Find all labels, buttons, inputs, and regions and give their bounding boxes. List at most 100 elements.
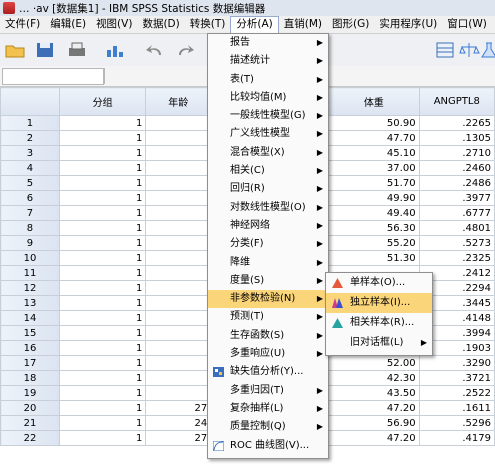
data-cell[interactable] (145, 370, 212, 386)
menu-item[interactable]: 非参数检验(N) ▶ (208, 290, 328, 309)
data-cell[interactable]: 55.20 (328, 235, 420, 251)
print-icon[interactable] (66, 40, 88, 60)
row-number[interactable]: 4 (0, 160, 60, 176)
menu-item[interactable]: ROC 曲线图(V)... (208, 437, 328, 455)
data-cell[interactable]: 1 (58, 280, 147, 296)
data-cell[interactable]: .2522 (418, 385, 495, 401)
data-cell[interactable]: 47.70 (328, 130, 420, 146)
grid-value-icon[interactable] (434, 40, 456, 60)
data-cell[interactable]: .4801 (418, 220, 495, 236)
data-cell[interactable]: 47.20 (328, 430, 420, 446)
data-cell[interactable] (145, 385, 212, 401)
open-folder-icon[interactable] (4, 40, 26, 60)
data-cell[interactable]: 56.30 (328, 220, 420, 236)
menu-item[interactable]: 一般线性模型(G) ▶ (208, 107, 328, 125)
data-cell[interactable]: 1 (58, 400, 147, 416)
menu-item[interactable]: 独立样本(I)... (326, 293, 432, 313)
row-number[interactable]: 19 (0, 385, 60, 401)
data-cell[interactable]: .2265 (418, 115, 495, 131)
row-number[interactable]: 22 (0, 430, 60, 446)
data-cell[interactable]: 1 (58, 325, 147, 341)
corner-cell[interactable] (0, 87, 60, 116)
data-cell[interactable]: .2710 (418, 145, 495, 161)
data-cell[interactable]: 51.30 (328, 250, 420, 266)
menu-6[interactable]: 直销(M) (279, 16, 327, 33)
data-cell[interactable]: 50.90 (328, 115, 420, 131)
data-cell[interactable] (145, 130, 212, 146)
row-number[interactable]: 16 (0, 340, 60, 356)
scale-icon[interactable] (458, 40, 480, 60)
menu-item[interactable]: 对数线性模型(O) ▶ (208, 199, 328, 217)
data-cell[interactable] (145, 235, 212, 251)
menu-item[interactable]: 生存函数(S) ▶ (208, 327, 328, 345)
data-cell[interactable]: 37.00 (328, 160, 420, 176)
menu-0[interactable]: 文件(F) (0, 16, 45, 33)
menu-9[interactable]: 窗口(W) (442, 16, 492, 33)
row-number[interactable]: 21 (0, 415, 60, 431)
row-number[interactable]: 9 (0, 235, 60, 251)
menu-item[interactable]: 缺失值分析(Y)... (208, 363, 328, 381)
data-cell[interactable] (145, 295, 212, 311)
data-cell[interactable]: .3290 (418, 355, 495, 371)
data-cell[interactable]: .1611 (418, 400, 495, 416)
data-cell[interactable]: 42.30 (328, 370, 420, 386)
data-cell[interactable]: 1 (58, 145, 147, 161)
menu-item[interactable]: 报告 ▶ (208, 34, 328, 52)
menu-item[interactable]: 分类(F) ▶ (208, 235, 328, 253)
row-number[interactable]: 12 (0, 280, 60, 296)
menu-item[interactable]: 旧对话框(L) ▶ (326, 333, 432, 353)
row-number[interactable]: 13 (0, 295, 60, 311)
data-cell[interactable]: 1 (58, 265, 147, 281)
redo-icon[interactable] (174, 40, 196, 60)
data-cell[interactable]: 1 (58, 310, 147, 326)
data-cell[interactable]: 1 (58, 415, 147, 431)
data-cell[interactable]: 45.10 (328, 145, 420, 161)
data-cell[interactable]: .2486 (418, 175, 495, 191)
menu-item[interactable]: 相关(C) ▶ (208, 162, 328, 180)
data-cell[interactable]: 56.90 (328, 415, 420, 431)
menu-item[interactable]: 比较均值(M) ▶ (208, 89, 328, 107)
row-number[interactable]: 3 (0, 145, 60, 161)
menu-item[interactable]: 预测(T) ▶ (208, 308, 328, 326)
data-cell[interactable] (145, 280, 212, 296)
data-cell[interactable]: 27 (145, 400, 212, 416)
data-cell[interactable]: .6777 (418, 205, 495, 221)
row-number[interactable]: 2 (0, 130, 60, 146)
menu-5[interactable]: 分析(A) (230, 15, 279, 34)
data-cell[interactable]: 49.90 (328, 190, 420, 206)
data-cell[interactable]: 47.20 (328, 400, 420, 416)
data-cell[interactable] (145, 190, 212, 206)
data-cell[interactable]: 49.40 (328, 205, 420, 221)
data-cell[interactable] (145, 325, 212, 341)
data-cell[interactable] (145, 340, 212, 356)
menu-8[interactable]: 实用程序(U) (374, 16, 442, 33)
data-cell[interactable] (145, 145, 212, 161)
menu-item[interactable]: 广义线性模型 ▶ (208, 125, 328, 143)
menu-item[interactable]: 相关样本(R)... (326, 313, 432, 333)
dialog-recall-icon[interactable] (104, 40, 126, 60)
save-icon[interactable] (34, 40, 56, 60)
menu-2[interactable]: 视图(V) (91, 16, 137, 33)
data-cell[interactable]: 1 (58, 160, 147, 176)
data-cell[interactable]: 1 (58, 385, 147, 401)
undo-icon[interactable] (144, 40, 166, 60)
menu-item[interactable]: 混合模型(X) ▶ (208, 144, 328, 162)
data-cell[interactable]: .5273 (418, 235, 495, 251)
data-cell[interactable]: 1 (58, 220, 147, 236)
data-cell[interactable]: 1 (58, 340, 147, 356)
data-cell[interactable]: 1 (58, 115, 147, 131)
data-cell[interactable] (145, 355, 212, 371)
data-cell[interactable] (145, 220, 212, 236)
row-number[interactable]: 15 (0, 325, 60, 341)
row-number[interactable]: 1 (0, 115, 60, 131)
data-cell[interactable]: 1 (58, 430, 147, 446)
data-cell[interactable]: 1 (58, 190, 147, 206)
data-cell[interactable]: .2460 (418, 160, 495, 176)
data-cell[interactable]: 1 (58, 295, 147, 311)
data-cell[interactable] (145, 115, 212, 131)
flask-icon[interactable] (478, 40, 495, 60)
data-cell[interactable]: .1305 (418, 130, 495, 146)
data-cell[interactable]: 51.70 (328, 175, 420, 191)
row-number[interactable]: 10 (0, 250, 60, 266)
menu-item[interactable]: 质量控制(Q) ▶ (208, 418, 328, 436)
